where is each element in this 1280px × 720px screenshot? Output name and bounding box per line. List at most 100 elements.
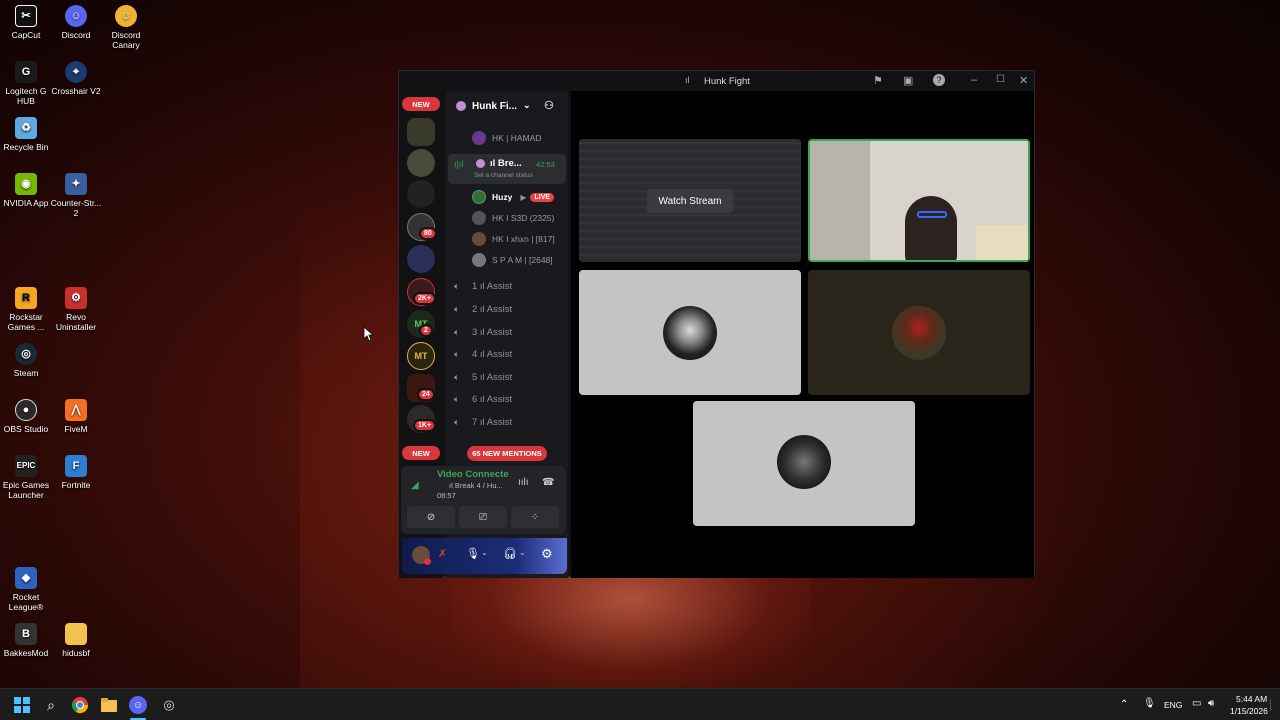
desktop-icon-capcut[interactable]: ✂ CapCut [0,5,52,40]
epic-games-icon: EPIC [15,455,37,477]
settings-gear-icon[interactable]: ⚙ [541,546,553,562]
activities-button[interactable]: ⁘ [511,506,559,528]
chevron-down-icon[interactable]: ⌄ [481,548,488,557]
member-row[interactable]: HK I S3D (2325) [472,211,568,225]
channel-status-text[interactable]: Set a channel status [474,172,533,179]
voice-channel-name[interactable]: ıl Break 4 / Hu... [449,481,503,490]
speaker-icon: 🔈︎ [454,304,460,314]
participant-tile[interactable] [808,270,1030,395]
maximize-icon[interactable]: ☐ [996,74,1005,85]
member-row[interactable]: HK I xhxn | [817] [472,232,568,246]
voice-channel-item[interactable]: 🔈︎ 5 ıl Assist [454,372,566,383]
clock-date[interactable]: 1/15/2026 [1230,706,1268,716]
new-badge[interactable]: NEW [402,97,440,111]
desktop-icon-fortnite[interactable]: F Fortnite [50,455,102,490]
member-row[interactable]: HK | HAMAD [472,131,568,145]
flag-icon[interactable]: ⚑ [873,74,883,87]
discord-taskbar-icon[interactable]: ☺ [129,696,147,714]
video-stage: Watch Stream [571,91,1034,578]
avatar [892,306,946,360]
search-icon[interactable]: ⌕ [41,695,61,715]
voice-status[interactable]: Video Connecte [437,469,509,480]
volume-icon[interactable]: 🔊︎ [1208,698,1214,709]
gamepad-icon[interactable]: ✗ [438,547,447,560]
voice-channel-item[interactable]: 🔈︎ 7 ıl Assist [454,417,566,428]
participant-tile[interactable] [693,401,915,526]
channel-timer: 42:53 [536,160,555,169]
signal-icon[interactable]: ◢ [411,480,419,491]
windows-start-icon[interactable] [12,695,32,715]
desktop-icon-crosshair[interactable]: ⌖ Crosshair V2 [50,61,102,96]
minimize-icon[interactable]: – [971,74,977,86]
headphones-icon[interactable]: 🎧︎ [503,547,517,560]
camera-tile[interactable] [808,139,1030,262]
camera-off-button[interactable]: ⊘ [407,506,455,528]
desktop-icon-epic[interactable]: EPIC Epic Games Launcher [0,455,52,500]
rockstar-icon: R [15,287,37,309]
user-panel: ✗ 🎙︎ ⌄ 🎧︎ ⌄ ⚙ [402,538,567,574]
mention-badge: 1K+ [413,419,437,432]
chevron-up-icon[interactable]: ⌃ [1120,699,1128,710]
server-icon[interactable] [407,180,435,208]
file-explorer-icon[interactable] [99,695,119,715]
participant-tile[interactable] [579,270,801,395]
active-voice-channel[interactable]: ı|ıl ıl Bre... 42:53 Set a channel statu… [448,154,566,184]
server-icon[interactable] [407,118,435,146]
voice-channel-item[interactable]: 🔈︎ 6 ıl Assist [454,394,566,405]
chevron-down-icon[interactable]: ⌄ [519,548,526,557]
stream-tile[interactable]: Watch Stream [579,139,801,262]
microphone-icon[interactable]: 🎙︎ [1143,698,1156,709]
desktop-icon-fivem[interactable]: ⋀ FiveM [50,399,102,434]
disconnect-icon[interactable]: ☎ [542,477,554,488]
desktop-icon-hidusbf[interactable]: hidusbf [50,623,102,658]
chevron-down-icon: ⌄ [523,100,531,110]
desktop-icon-steam[interactable]: ◎ Steam [0,343,52,378]
desktop-icon-obs[interactable]: ● OBS Studio [0,399,52,434]
fivem-icon: ⋀ [65,399,87,421]
noise-suppression-icon[interactable]: ıılı [518,477,529,488]
speaker-icon: 🔈︎ [454,394,460,404]
desktop-icon-logitech[interactable]: G Logitech G HUB [0,61,52,106]
desktop-icon-discord[interactable]: ☺ Discord [50,5,102,40]
glasses [917,211,947,218]
microphone-icon[interactable]: 🎙︎ [466,547,480,560]
help-icon[interactable]: ? [933,74,945,86]
server-icon[interactable]: MT [407,342,435,370]
obs-taskbar-icon[interactable]: ◎ [159,695,179,715]
desktop-icon-bakkesmod[interactable]: B BakkesMod [0,623,52,658]
wall-shadow [810,141,870,260]
member-row[interactable]: S P A M | [2648] [472,253,568,267]
new-badge[interactable]: NEW [402,446,440,460]
crosshair-icon: ⌖ [65,61,87,83]
mention-badge: 2 [419,324,433,337]
channel-emoji-icon [476,159,485,168]
desktop-icon-recycle-bin[interactable]: ♻ Recycle Bin [0,117,52,152]
voice-channel-item[interactable]: 🔈︎ 3 ıl Assist [454,327,566,338]
voice-channel-item[interactable]: 🔈︎ 1 ıl Assist [454,281,566,292]
new-mentions-button[interactable]: 65 NEW MENTIONS [467,446,547,461]
voice-channel-item[interactable]: 🔈︎ 2 ıl Assist [454,304,566,315]
add-member-icon[interactable]: ⚇ [544,99,554,112]
nvidia-icon: ◉ [15,173,37,195]
close-icon[interactable]: ✕ [1019,74,1028,87]
server-header[interactable]: Hunk Fi... ⌄ ⚇ [446,91,568,123]
clock-time[interactable]: 5:44 AM [1236,694,1267,704]
voice-channel-item[interactable]: 🔈︎ 4 ıl Assist [454,349,566,360]
server-icon[interactable] [407,245,435,273]
desktop-icon-rockstar[interactable]: R Rockstar Games ... [0,287,52,332]
desktop-icon-nvidia[interactable]: ◉ NVIDIA App [0,173,52,208]
language-indicator[interactable]: ENG [1164,700,1182,710]
desktop-icon-counter-strike[interactable]: ✦ Counter-Str... 2 [50,173,102,218]
desktop-icon-discord-canary[interactable]: ☺ Discord Canary [100,5,152,50]
chrome-icon[interactable] [70,695,90,715]
show-desktop-button[interactable] [1270,699,1276,711]
title-bar[interactable]: ıl Hunk Fight ⚑ ▣ ? – ☐ ✕ [399,71,1034,91]
member-row[interactable]: Huzy ▶ LIVE [472,190,568,204]
inbox-icon[interactable]: ▣ [903,74,913,87]
network-icon[interactable]: ▭ [1192,698,1201,709]
desktop-icon-rocket-league[interactable]: ◆ Rocket League® [0,567,52,612]
watch-stream-button[interactable]: Watch Stream [647,189,733,213]
desktop-icon-revo[interactable]: ⚙ Revo Uninstaller [50,287,102,332]
server-icon[interactable] [407,149,435,177]
screen-share-button[interactable]: ⎚ [459,506,507,528]
